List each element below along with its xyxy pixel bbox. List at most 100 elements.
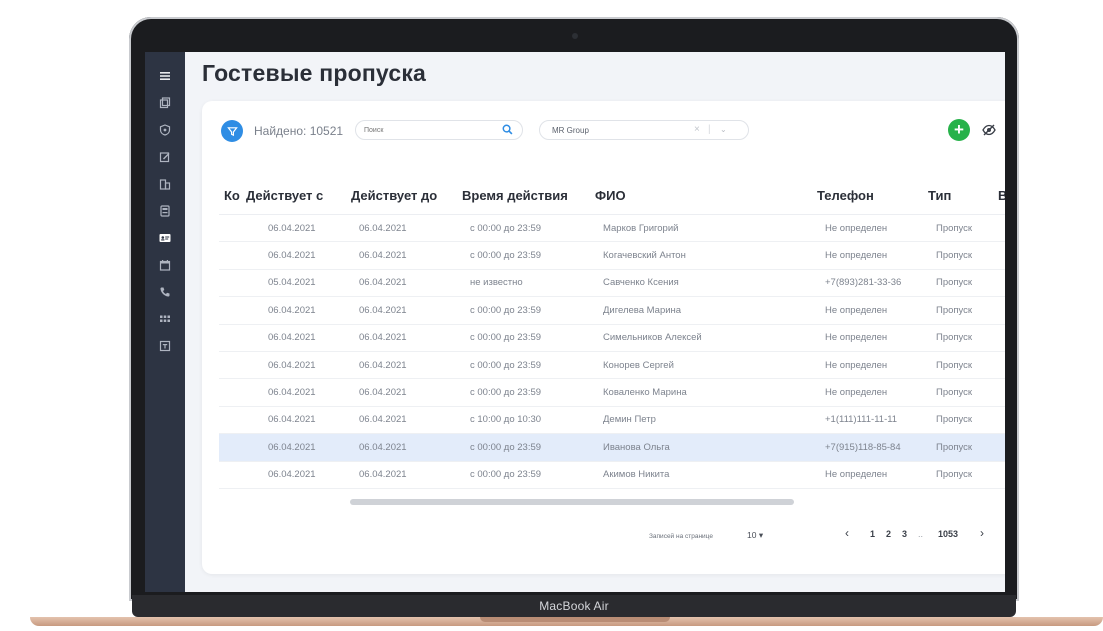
building-icon[interactable] [145, 170, 185, 197]
table-cell: Не определен [812, 378, 923, 407]
chevron-down-icon[interactable]: ⌄ [720, 125, 727, 134]
organization-value: MR Group [552, 126, 589, 135]
table-row[interactable]: 06.04.2021 06.04.2021 с 00:00 до 23:59 Иван… [219, 433, 1005, 462]
next-page-button[interactable]: › [980, 526, 984, 540]
table-cell: Р [993, 296, 1005, 325]
table-cell: Пропуск [923, 433, 993, 462]
select-separator: | [708, 124, 711, 135]
table-cell: Не определен [812, 241, 923, 270]
table-cell [219, 296, 241, 325]
per-page-select[interactable]: 10 ▾ [747, 530, 763, 541]
table-cell: 06.04.2021 [346, 269, 457, 298]
table-row[interactable]: 06.04.2021 06.04.2021 с 00:00 до 23:59 Диге… [219, 296, 1005, 325]
pagination-ellipsis: .. [918, 529, 924, 539]
table-row[interactable]: 06.04.2021 06.04.2021 с 00:00 до 23:59 Кога… [219, 241, 1005, 270]
table-cell: 06.04.2021 [346, 351, 457, 380]
page-link-1[interactable]: 1 [870, 529, 875, 539]
table-cell [219, 241, 241, 270]
menu-icon[interactable] [145, 62, 185, 89]
table-cell: с 00:00 до 23:59 [457, 351, 590, 380]
table-cell [219, 214, 241, 243]
calendar-icon[interactable] [145, 251, 185, 278]
column-header[interactable]: Телефон [812, 176, 923, 215]
grid-icon[interactable] [145, 305, 185, 332]
column-header[interactable]: Действует до [346, 176, 457, 215]
table-cell: с 00:00 до 23:59 [457, 241, 590, 270]
add-pass-button[interactable]: + [948, 119, 970, 141]
table-cell: 06.04.2021 [241, 351, 346, 380]
phone-icon[interactable] [145, 278, 185, 305]
table-row[interactable]: 06.04.2021 06.04.2021 с 00:00 до 23:59 Коно… [219, 351, 1005, 380]
page-link-last[interactable]: 1053 [938, 529, 958, 539]
table-cell: +7(893)281-33-36 [812, 269, 923, 298]
column-header[interactable]: Ко [219, 176, 241, 215]
table-cell: Конорев Сергей [590, 351, 812, 380]
organization-select[interactable]: MR Group × | ⌄ [539, 120, 749, 140]
table-cell: Р [993, 214, 1005, 243]
main-content: Гостевые пропуска Найдено: 10521 MR Grou… [185, 52, 1005, 592]
id-card-icon[interactable] [145, 224, 185, 251]
found-count: Найдено: 10521 [254, 124, 344, 138]
table-cell: Иванова Ольга [590, 433, 812, 462]
column-header[interactable]: Время действия [457, 176, 590, 215]
printer-icon[interactable] [145, 197, 185, 224]
exit-icon[interactable] [145, 332, 185, 359]
table-cell [219, 351, 241, 380]
table-row[interactable]: 05.04.2021 06.04.2021 не известно Савченко … [219, 269, 1005, 298]
column-header[interactable]: Действует с [241, 176, 346, 215]
table-row[interactable]: 06.04.2021 06.04.2021 с 00:00 до 23:59 Марк… [219, 214, 1005, 243]
table-cell [219, 433, 241, 462]
table-header: Ко Действует с Действует до Время действия Ф… [219, 176, 1005, 215]
filter-button[interactable] [221, 120, 243, 142]
table-cell: Пропуск [923, 378, 993, 407]
table-row[interactable]: 06.04.2021 06.04.2021 с 10:00 до 10:30 Деми… [219, 406, 1005, 435]
table-row[interactable]: 06.04.2021 06.04.2021 с 00:00 до 23:59 Симе… [219, 324, 1005, 352]
clear-icon[interactable]: × [694, 124, 700, 135]
copy-icon[interactable] [145, 89, 185, 116]
table-cell: с 00:00 до 23:59 [457, 378, 590, 407]
table-cell [219, 378, 241, 407]
column-header[interactable]: В [993, 176, 1005, 215]
table-cell: +7(915)118-85-84 [812, 433, 923, 462]
table-cell: Р [993, 241, 1005, 270]
column-header[interactable]: Тип [923, 176, 993, 215]
table-cell: +1(111)111-11-11 [812, 406, 923, 435]
screen: Гостевые пропуска Найдено: 10521 MR Grou… [145, 52, 1005, 592]
table-cell: 06.04.2021 [241, 433, 346, 462]
table-cell: 06.04.2021 [241, 378, 346, 407]
table-cell: 06.04.2021 [346, 296, 457, 325]
table-cell: 06.04.2021 [346, 461, 457, 489]
column-header[interactable]: ФИО [590, 176, 812, 215]
table-cell: с 00:00 до 23:59 [457, 433, 590, 462]
table-cell: В [993, 461, 1005, 489]
shield-icon[interactable] [145, 116, 185, 143]
table-row[interactable]: 06.04.2021 06.04.2021 с 00:00 до 23:59 Кова… [219, 378, 1005, 407]
search-icon[interactable] [502, 122, 513, 140]
table-cell: В [993, 269, 1005, 298]
table-cell: 06.04.2021 [241, 406, 346, 435]
table-cell: Акимов Никита [590, 461, 812, 489]
table-cell: Пропуск [923, 324, 993, 352]
table-cell: 05.04.2021 [241, 269, 346, 298]
edit-icon[interactable] [145, 143, 185, 170]
laptop-chin: MacBook Air [132, 595, 1016, 617]
eye-off-icon[interactable] [982, 123, 996, 141]
page-title: Гостевые пропуска [202, 60, 427, 86]
table-cell: Р [993, 433, 1005, 462]
table-cell: Пропуск [923, 269, 993, 298]
search-input[interactable] [355, 120, 523, 140]
page-link-3[interactable]: 3 [902, 529, 907, 539]
table-cell [219, 461, 241, 489]
table-cell: Коваленко Марина [590, 378, 812, 407]
table-cell: Демин Петр [590, 406, 812, 435]
table-cell: Пропуск [923, 241, 993, 270]
table-cell: Р [993, 351, 1005, 380]
page-link-2[interactable]: 2 [886, 529, 891, 539]
table-cell: В [993, 378, 1005, 407]
horizontal-scrollbar[interactable] [350, 499, 794, 505]
table-cell: Савченко Ксения [590, 269, 812, 298]
table-row[interactable]: 06.04.2021 06.04.2021 с 00:00 до 23:59 Аким… [219, 461, 1005, 489]
per-page-label: Записей на странице [649, 533, 713, 540]
prev-page-button[interactable]: ‹ [845, 526, 849, 540]
table-cell: 06.04.2021 [241, 214, 346, 243]
